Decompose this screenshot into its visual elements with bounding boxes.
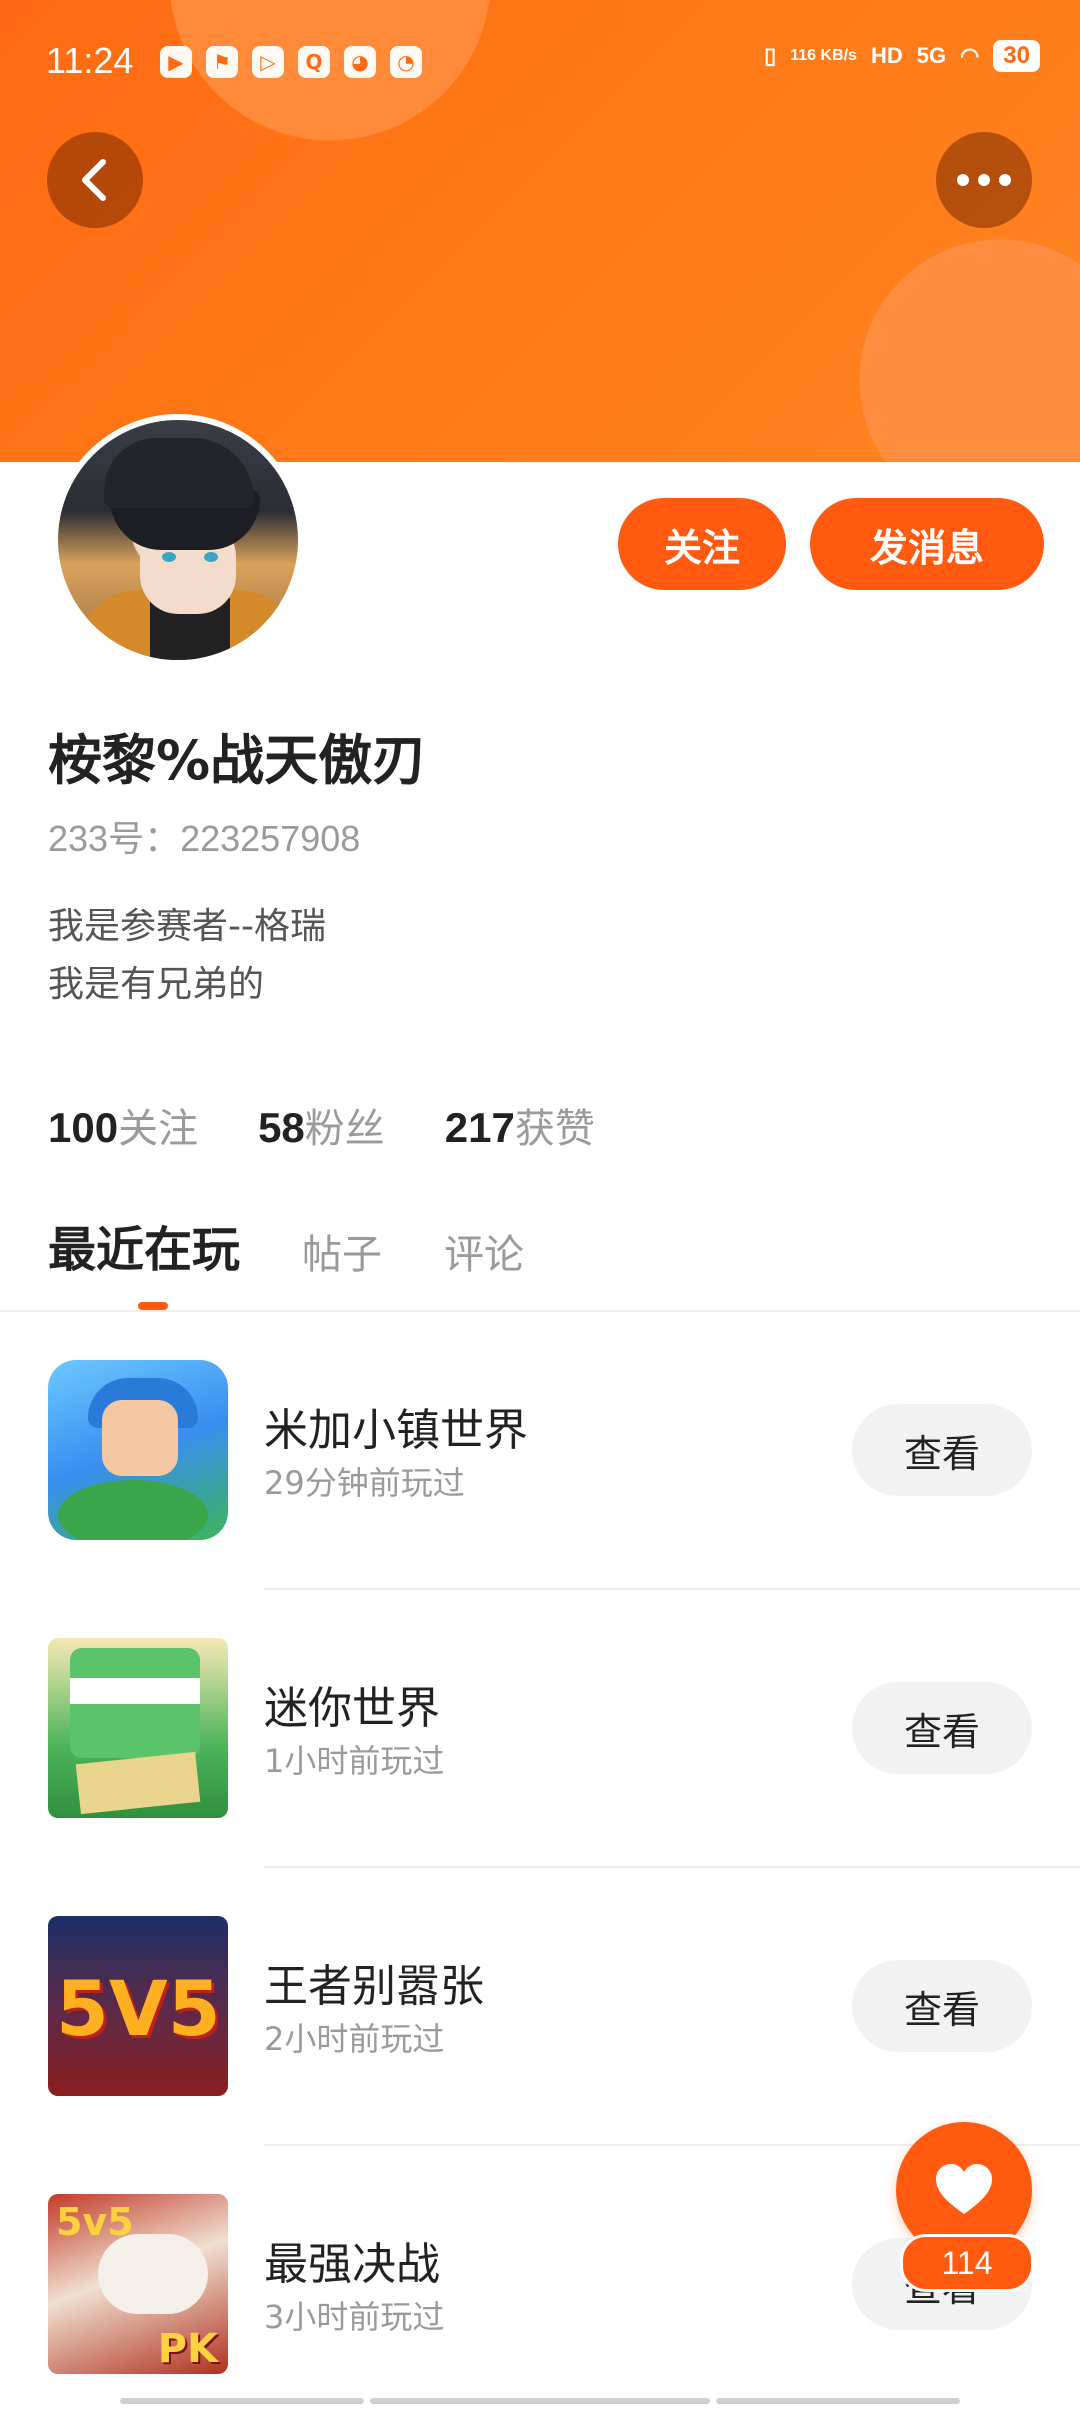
status-bar: 11:24 ▶ ⚑ ▷ Q ◕ ◔ ▯ 116 KB/s HD 5G ◠ 30 (0, 0, 1080, 128)
game-name: 王者别嚣张 (264, 1961, 484, 2012)
status-indicators: ▯ 116 KB/s HD 5G ◠ 30 (764, 40, 1040, 72)
game-icon (48, 1638, 228, 1818)
chevron-left-icon (82, 159, 106, 201)
follow-button[interactable]: 关注 (618, 498, 786, 590)
game-icon (48, 1360, 228, 1540)
profile-header-banner: 11:24 ▶ ⚑ ▷ Q ◕ ◔ ▯ 116 KB/s HD 5G ◠ 30 (0, 0, 1080, 462)
more-dots-icon (957, 174, 1011, 186)
list-item[interactable]: 5V5 王者别嚣张 2小时前玩过 查看 (0, 1868, 1080, 2146)
send-message-button[interactable]: 发消息 (810, 498, 1044, 590)
view-button[interactable]: 查看 (852, 1960, 1032, 2052)
compass-app-icon: ◔ (390, 46, 422, 78)
game-name: 迷你世界 (264, 1683, 440, 1734)
heart-icon (936, 2164, 992, 2214)
tab-posts[interactable]: 帖子 (302, 1222, 382, 1280)
nav-bar-segment (716, 2398, 960, 2404)
vibrate-icon: ▯ (764, 43, 777, 68)
profile-tabs: 最近在玩 帖子 评论 (48, 1210, 524, 1280)
game-last-played: 3小时前玩过 (264, 2298, 445, 2336)
username: 桉黎%战天傲刃 (48, 729, 427, 792)
game-name: 最强决战 (264, 2239, 440, 2290)
game-last-played: 29分钟前玩过 (264, 1464, 465, 1502)
game-name: 米加小镇世界 (264, 1405, 528, 1456)
status-time: 11:24 (46, 40, 134, 81)
video-app-icon: ▶ (160, 46, 192, 78)
battery-icon: 30 (993, 40, 1040, 72)
bio: 我是参赛者--格瑞 我是有兄弟的 (48, 898, 326, 1014)
nav-bar-segment (120, 2398, 364, 2404)
active-tab-indicator (138, 1302, 168, 1310)
game-icon: 5v5 PK (48, 2194, 228, 2374)
cat-app-icon: ◕ (344, 46, 376, 78)
tab-recently-played[interactable]: 最近在玩 (48, 1210, 240, 1280)
game-last-played: 2小时前玩过 (264, 2020, 445, 2058)
profile-stats: 100关注 58粉丝 217获赞 (48, 1096, 595, 1154)
nav-bar-segment (370, 2398, 710, 2404)
bio-line: 我是参赛者--格瑞 (48, 906, 326, 947)
flag-app-icon: ⚑ (206, 46, 238, 78)
avatar[interactable] (52, 414, 304, 666)
play-app-icon: ▷ (252, 46, 284, 78)
tab-comments[interactable]: 评论 (444, 1222, 524, 1280)
bio-line: 我是有兄弟的 (48, 964, 265, 1005)
list-item[interactable]: 米加小镇世界 29分钟前玩过 查看 (0, 1312, 1080, 1590)
network-speed: 116 KB/s (790, 47, 857, 64)
back-button[interactable] (47, 132, 143, 228)
user-id: 233号：223257908 (48, 818, 361, 859)
stat-fans[interactable]: 58粉丝 (258, 1096, 385, 1154)
wifi-icon: ◠ (960, 43, 980, 68)
view-button[interactable]: 查看 (852, 1404, 1032, 1496)
search-app-icon: Q (298, 46, 330, 78)
stat-likes: 217获赞 (444, 1104, 595, 1152)
game-icon: 5V5 (48, 1916, 228, 2096)
signal-icon: 5G (916, 43, 947, 68)
game-last-played: 1小时前玩过 (264, 1742, 445, 1780)
hd-icon: HD (870, 43, 903, 68)
stat-following[interactable]: 100关注 (48, 1096, 198, 1154)
like-count-badge: 114 (900, 2234, 1034, 2292)
notification-icons: ▶ ⚑ ▷ Q ◕ ◔ (160, 46, 422, 78)
more-button[interactable] (936, 132, 1032, 228)
view-button[interactable]: 查看 (852, 1682, 1032, 1774)
list-item[interactable]: 迷你世界 1小时前玩过 查看 (0, 1590, 1080, 1868)
